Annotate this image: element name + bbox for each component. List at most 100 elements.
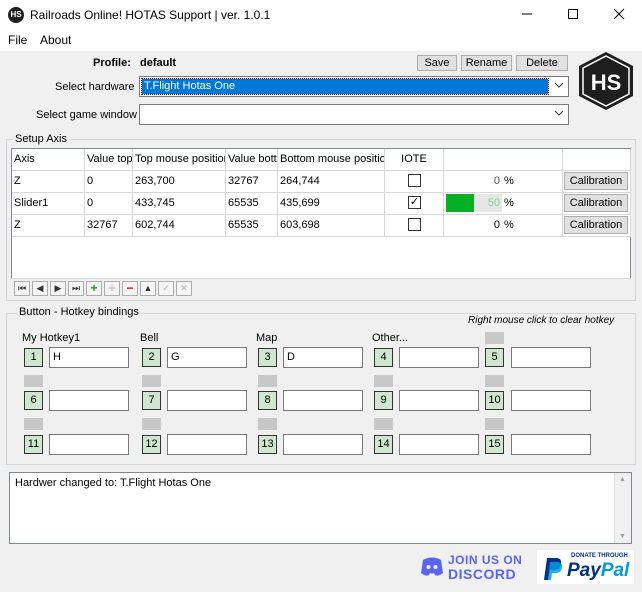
table-cell-value-top[interactable]: 0	[85, 171, 133, 193]
delete-record-icon[interactable]: −	[122, 281, 138, 296]
menu-about[interactable]: About	[40, 33, 71, 47]
column-header-calibration[interactable]	[563, 149, 631, 171]
hotkey-input[interactable]	[167, 390, 247, 411]
hotkey-button-number[interactable]: 1	[24, 348, 43, 367]
post-record-icon[interactable]: ✓	[158, 281, 174, 296]
table-cell-top-mouse[interactable]: 602,744	[133, 215, 226, 237]
hotkey-button-number[interactable]: 12	[142, 435, 161, 454]
hotkey-label: My Hotkey1	[22, 332, 81, 344]
hotkey-label-placeholder	[485, 418, 504, 430]
table-cell-axis[interactable]: Slider1	[12, 193, 85, 215]
hotkey-button-number[interactable]: 5	[485, 348, 504, 367]
table-cell-axis[interactable]: Z	[12, 215, 85, 237]
hotkey-button-number[interactable]: 14	[374, 435, 393, 454]
iote-checkbox[interactable]: ✓	[408, 196, 421, 209]
refresh-record-icon[interactable]: +	[104, 281, 120, 296]
table-cell-value-bottom[interactable]: 65535	[226, 215, 278, 237]
column-header-axis[interactable]: Axis	[12, 149, 85, 171]
game-window-select[interactable]	[139, 104, 569, 125]
table-cell-bottom-mouse[interactable]: 264,744	[278, 171, 385, 193]
hotkey-input[interactable]	[167, 434, 247, 455]
calibration-button[interactable]: Calibration	[564, 194, 628, 212]
first-record-icon[interactable]: ⏮	[14, 281, 30, 296]
chevron-down-icon	[554, 108, 564, 121]
scroll-down-icon[interactable]: ▼	[619, 533, 626, 540]
profile-value: default	[140, 57, 177, 69]
rename-button[interactable]: Rename	[461, 55, 512, 71]
table-cell-value-bottom[interactable]: 65535	[226, 193, 278, 215]
table-cell-value-bottom[interactable]: 32767	[226, 171, 278, 193]
table-cell-axis[interactable]: Z	[12, 171, 85, 193]
edit-record-icon[interactable]: ▲	[140, 281, 156, 296]
hotkey-input[interactable]	[399, 390, 479, 411]
hotkey-input[interactable]	[511, 390, 591, 411]
iote-checkbox[interactable]	[408, 174, 421, 187]
table-cell-top-mouse[interactable]: 263,700	[133, 171, 226, 193]
table-cell-bottom-mouse[interactable]: 435,699	[278, 193, 385, 215]
hotkey-input[interactable]	[283, 390, 363, 411]
column-header-value-bottom[interactable]: Value bottom	[226, 149, 278, 171]
cancel-record-icon[interactable]: ✕	[176, 281, 192, 296]
hotkey-input[interactable]	[511, 434, 591, 455]
discord-line1: JOIN US ON	[448, 553, 523, 567]
hotkey-input[interactable]	[399, 434, 479, 455]
select-game-window-label: Select game window	[36, 109, 137, 121]
hotkey-button-number[interactable]: 2	[142, 348, 161, 367]
log-memo[interactable]: Hardwer changed to: T.Flight Hotas One ▲…	[9, 472, 632, 544]
hotkey-button-number[interactable]: 8	[258, 391, 277, 410]
hotkey-input[interactable]: D	[283, 347, 363, 368]
table-cell-value-top[interactable]: 32767	[85, 215, 133, 237]
hotkey-button-number[interactable]: 7	[142, 391, 161, 410]
column-header-value-top[interactable]: Value top	[85, 149, 133, 171]
select-hardware-label: Select hardware	[55, 81, 135, 93]
chevron-down-icon	[554, 80, 564, 93]
close-icon[interactable]	[596, 0, 642, 30]
hotkey-button-number[interactable]: 6	[24, 391, 43, 410]
log-scrollbar[interactable]: ▲ ▼	[614, 473, 631, 543]
scroll-up-icon[interactable]: ▲	[619, 476, 626, 483]
table-cell-bottom-mouse[interactable]: 603,698	[278, 215, 385, 237]
menu-file[interactable]: File	[8, 33, 27, 47]
insert-record-icon[interactable]: +	[86, 281, 102, 296]
column-header-top-mouse[interactable]: Top mouse position	[133, 149, 226, 171]
hotkey-button-number[interactable]: 4	[374, 348, 393, 367]
hotkey-button-number[interactable]: 13	[258, 435, 277, 454]
hotkey-input[interactable]	[49, 434, 129, 455]
next-record-icon[interactable]: ▶	[50, 281, 66, 296]
paypal-wordmark: PayPal	[567, 560, 629, 582]
hardware-select[interactable]: T.Flight Hotas One	[139, 76, 569, 97]
paypal-banner[interactable]: DONATE THROUGH PayPal	[537, 550, 634, 584]
calibration-button[interactable]: Calibration	[564, 216, 628, 234]
calibration-button[interactable]: Calibration	[564, 172, 628, 190]
maximize-icon[interactable]	[550, 0, 596, 30]
hotkey-button-number[interactable]: 15	[485, 435, 504, 454]
column-header-iote[interactable]: IOTE	[385, 149, 444, 171]
last-record-icon[interactable]: ⏭	[68, 281, 84, 296]
hotkey-button-number[interactable]: 11	[24, 435, 43, 454]
hotkey-input[interactable]: H	[49, 347, 129, 368]
column-header-progress[interactable]	[444, 149, 563, 171]
hotkey-input[interactable]: G	[167, 347, 247, 368]
hotkey-input[interactable]	[399, 347, 479, 368]
hotkey-label-placeholder	[258, 418, 277, 430]
hotkey-hint: Right mouse click to clear hotkey	[468, 315, 615, 326]
hotkey-label-placeholder	[485, 332, 504, 344]
table-cell-value-top[interactable]: 0	[85, 193, 133, 215]
save-button[interactable]: Save	[417, 55, 457, 71]
hotkey-button-number[interactable]: 3	[258, 348, 277, 367]
hotkey-button-number[interactable]: 10	[485, 391, 504, 410]
iote-checkbox[interactable]	[408, 218, 421, 231]
discord-banner[interactable]: JOIN US ON DISCORD	[420, 552, 526, 584]
hotkey-input[interactable]	[49, 390, 129, 411]
table-cell-calibration: Calibration	[563, 193, 631, 215]
hotkey-input[interactable]	[283, 434, 363, 455]
table-cell-top-mouse[interactable]: 433,745	[133, 193, 226, 215]
hotkey-label-placeholder	[24, 375, 43, 387]
hotkey-button-number[interactable]: 9	[374, 391, 393, 410]
prior-record-icon[interactable]: ◀	[32, 281, 48, 296]
setup-axis-title: Setup Axis	[13, 133, 69, 145]
delete-button[interactable]: Delete	[516, 55, 568, 71]
hotkey-input[interactable]	[511, 347, 591, 368]
column-header-bottom-mouse[interactable]: Bottom mouse position	[278, 149, 385, 171]
minimize-icon[interactable]	[504, 0, 550, 30]
